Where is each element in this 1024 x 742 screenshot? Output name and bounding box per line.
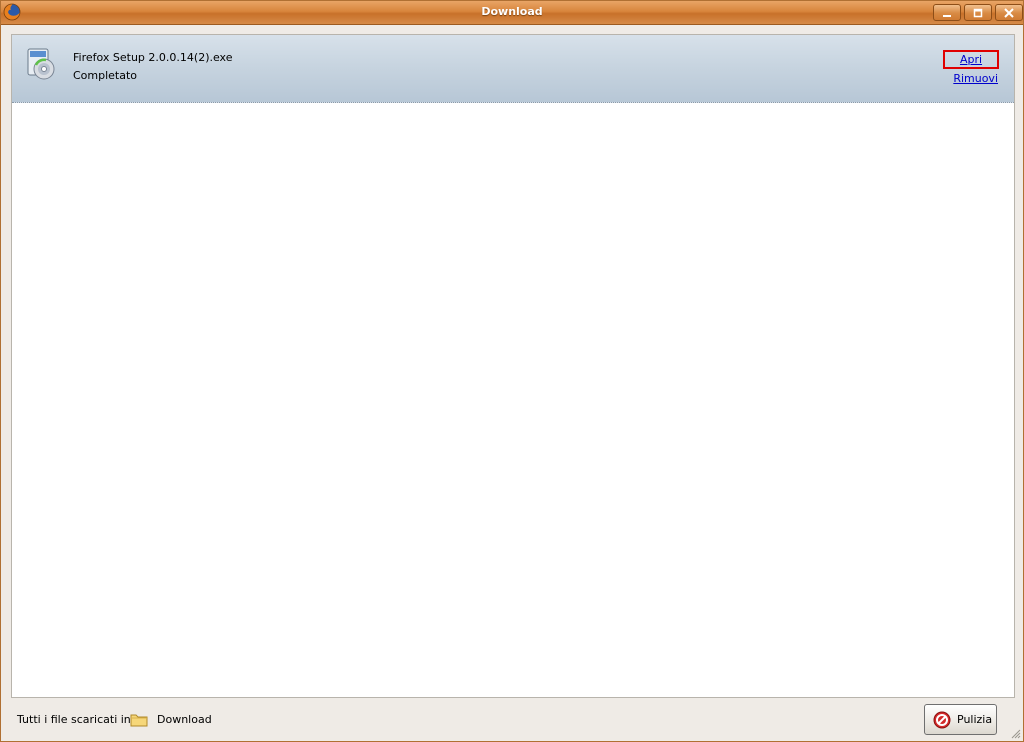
resize-grip-icon[interactable] [1009,727,1021,739]
maximize-button[interactable] [964,4,992,21]
installer-cd-icon [27,48,55,80]
minimize-icon [943,14,951,17]
downloads-window: Download Firefox Setup 2.0.0.14(2).exe C… [0,0,1024,742]
download-item[interactable]: Firefox Setup 2.0.0.14(2).exe Completato… [12,35,1014,103]
close-icon [1004,7,1014,18]
downloads-list[interactable]: Firefox Setup 2.0.0.14(2).exe Completato… [11,34,1015,698]
maximize-icon [973,8,983,17]
download-status: Completato [73,69,138,82]
file-name: Firefox Setup 2.0.0.14(2).exe [73,51,233,64]
clean-up-button[interactable]: Pulizia [924,704,997,735]
folder-icon[interactable] [130,712,148,727]
minimize-button[interactable] [933,4,961,21]
download-folder-name[interactable]: Download [157,713,212,726]
remove-link[interactable]: Rimuovi [953,72,998,85]
download-folder-label: Tutti i file scaricati in: [17,713,135,726]
clean-up-label: Pulizia [957,713,993,726]
clear-list-icon [933,711,951,728]
close-button[interactable] [995,4,1023,21]
title-bar[interactable]: Download [1,1,1023,25]
open-link[interactable]: Apri [943,50,999,69]
window-title: Download [481,5,543,18]
